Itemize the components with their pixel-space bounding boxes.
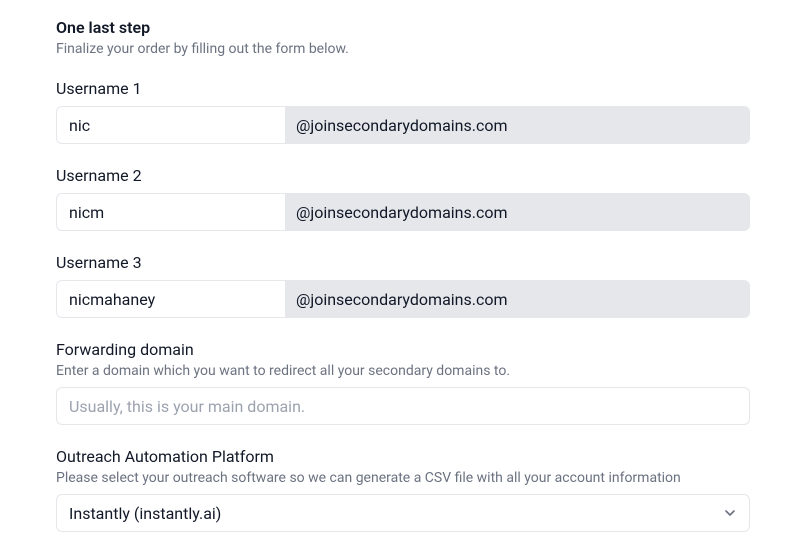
username-3-input[interactable]: [56, 280, 286, 318]
username-3-domain: @joinsecondarydomains.com: [286, 280, 750, 318]
forwarding-domain-input[interactable]: [56, 387, 750, 425]
forwarding-domain-field: Forwarding domain Enter a domain which y…: [56, 340, 750, 425]
username-2-label: Username 2: [56, 166, 750, 185]
username-3-label: Username 3: [56, 253, 750, 272]
username-1-domain: @joinsecondarydomains.com: [286, 106, 750, 144]
page-title: One last step: [56, 18, 750, 37]
username-3-field: Username 3 @joinsecondarydomains.com: [56, 253, 750, 318]
username-1-input[interactable]: [56, 106, 286, 144]
username-2-input[interactable]: [56, 193, 286, 231]
outreach-platform-help: Please select your outreach software so …: [56, 470, 750, 486]
username-1-label: Username 1: [56, 79, 750, 98]
forwarding-domain-label: Forwarding domain: [56, 340, 750, 359]
outreach-platform-field: Outreach Automation Platform Please sele…: [56, 447, 750, 532]
username-2-domain: @joinsecondarydomains.com: [286, 193, 750, 231]
forwarding-domain-help: Enter a domain which you want to redirec…: [56, 363, 750, 379]
outreach-platform-label: Outreach Automation Platform: [56, 447, 750, 466]
outreach-platform-select[interactable]: Instantly (instantly.ai): [56, 494, 750, 532]
username-1-field: Username 1 @joinsecondarydomains.com: [56, 79, 750, 144]
username-2-field: Username 2 @joinsecondarydomains.com: [56, 166, 750, 231]
page-subheading: Finalize your order by filling out the f…: [56, 41, 750, 57]
